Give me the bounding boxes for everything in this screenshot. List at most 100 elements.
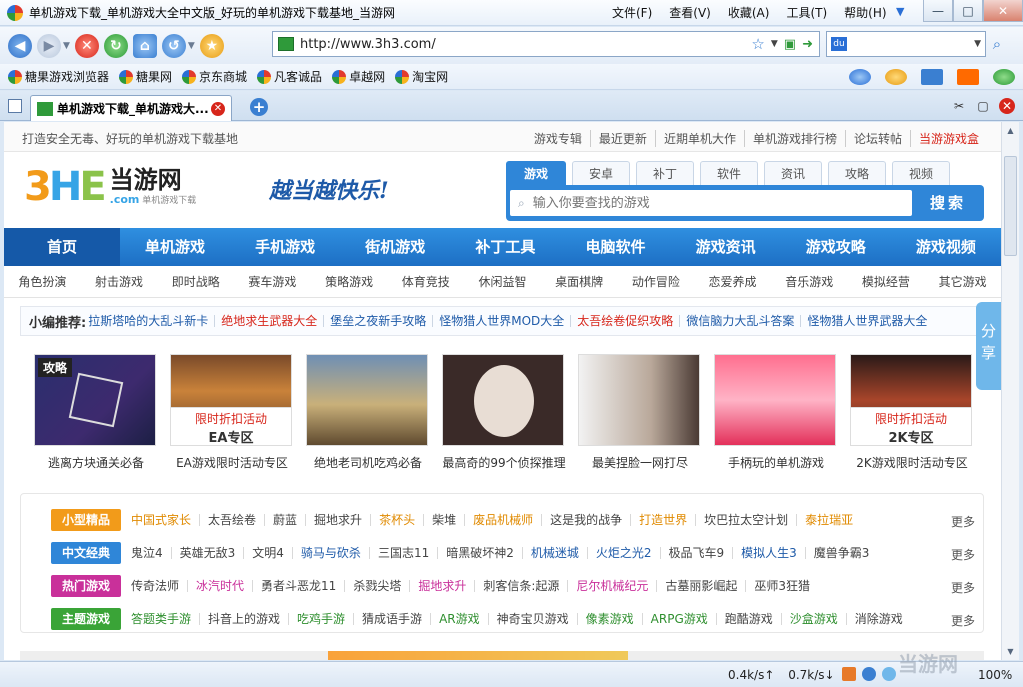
menu-file[interactable]: 文件(F) xyxy=(612,4,652,21)
page-icon[interactable]: ▣ xyxy=(784,37,796,52)
recommend-link[interactable]: 拉斯塔哈的大乱斗新卡 xyxy=(86,315,214,327)
fullscreen-icon[interactable]: ▢ xyxy=(975,98,991,114)
category-link[interactable]: 古墓丽影崛起 xyxy=(656,580,745,592)
category-link[interactable]: 跑酷游戏 xyxy=(715,613,781,625)
category-link[interactable]: 泰拉瑞亚 xyxy=(796,514,861,526)
subnav-item[interactable]: 休闲益智 xyxy=(464,266,541,297)
search-tab-android[interactable]: 安卓 xyxy=(572,161,630,185)
category-link[interactable]: 骑马与砍杀 xyxy=(291,547,369,559)
ie-icon[interactable] xyxy=(849,69,871,85)
more-link[interactable]: 更多 xyxy=(951,513,975,530)
site-search-button[interactable]: 搜索 xyxy=(916,190,980,216)
category-link[interactable]: 答题类手游 xyxy=(129,613,199,625)
category-label[interactable]: 小型精品 xyxy=(51,509,121,531)
baidu-engine-icon[interactable]: du xyxy=(831,37,847,51)
stop-button[interactable]: ✕ xyxy=(74,33,99,58)
category-link[interactable]: 掘地求升 xyxy=(409,580,474,592)
subnav-item[interactable]: 射击游戏 xyxy=(81,266,158,297)
bookmark-star-icon[interactable]: ☆ xyxy=(751,35,764,53)
zoom-level[interactable]: 100% xyxy=(978,668,1012,682)
pin-icon[interactable]: ▼ xyxy=(896,6,910,18)
globe-icon[interactable] xyxy=(862,667,876,681)
category-link[interactable]: 中国式家长 xyxy=(129,514,199,526)
category-link[interactable]: 掘地求升 xyxy=(305,514,370,526)
category-link[interactable]: 极品飞车9 xyxy=(659,547,733,559)
category-link[interactable]: 勇者斗恶龙11 xyxy=(252,580,344,592)
favorite-item[interactable]: 凡客诚品 xyxy=(257,68,322,85)
gallery-item[interactable]: 绝地老司机吃鸡必备 xyxy=(306,354,430,471)
close-window-button[interactable]: ✕ xyxy=(983,0,1023,22)
category-link[interactable]: 这是我的战争 xyxy=(541,514,630,526)
search-engine-dropdown-icon[interactable]: ▼ xyxy=(974,39,981,49)
category-link[interactable]: 猜成语手游 xyxy=(353,613,430,625)
gallery-item[interactable]: 限时折扣活动 2K专区 2K游戏限时活动专区 xyxy=(850,354,974,471)
category-link[interactable]: 神奇宝贝游戏 xyxy=(487,613,577,625)
gallery-item[interactable]: 限时折扣活动 EA专区 EA游戏限时活动专区 xyxy=(170,354,294,471)
gallery-thumbnail[interactable] xyxy=(442,354,564,446)
category-link[interactable]: 巫师3狂猎 xyxy=(745,580,818,592)
toplink-blockbusters[interactable]: 近期单机大作 xyxy=(654,130,744,147)
gallery-item[interactable]: 攻略 逃离方块通关必备 xyxy=(34,354,158,471)
scroll-up-icon[interactable]: ▲ xyxy=(1002,122,1019,139)
scroll-thumb[interactable] xyxy=(1004,156,1017,256)
recommend-link[interactable]: 怪物猎人世界武器大全 xyxy=(800,315,933,327)
category-link[interactable]: 杀戮尖塔 xyxy=(344,580,409,592)
nav-arcade-games[interactable]: 街机游戏 xyxy=(340,228,450,266)
category-link[interactable]: 抖音上的游戏 xyxy=(199,613,288,625)
category-link[interactable]: 机械迷城 xyxy=(521,547,587,559)
address-bar[interactable]: http://www.3h3.com/ ☆ ▼ ▣ ➜ xyxy=(272,31,820,57)
nav-pc-games[interactable]: 单机游戏 xyxy=(120,228,230,266)
undo-dropdown-icon[interactable]: ▼ xyxy=(188,41,195,51)
gallery-item[interactable]: 最美捏脸一网打尽 xyxy=(578,354,702,471)
forward-button[interactable]: ▶ xyxy=(37,33,61,58)
toplink-forum[interactable]: 论坛转帖 xyxy=(844,130,910,147)
recommend-link[interactable]: 怪物猎人世界MOD大全 xyxy=(432,315,570,327)
subnav-item[interactable]: 桌面棋牌 xyxy=(541,266,618,297)
gallery-item[interactable]: 最高奇的99个侦探推理 xyxy=(442,354,566,471)
new-tab-button[interactable]: + xyxy=(250,98,268,116)
menu-view[interactable]: 查看(V) xyxy=(669,4,711,21)
tab-close-icon[interactable]: ✕ xyxy=(211,101,225,116)
favorite-item[interactable]: 糖果游戏浏览器 xyxy=(8,68,109,85)
menu-tools[interactable]: 工具(T) xyxy=(786,4,827,21)
nav-home[interactable]: 首页 xyxy=(4,228,120,266)
category-link[interactable]: 传奇法师 xyxy=(129,580,187,592)
taobao-icon[interactable] xyxy=(957,69,979,85)
site-search-input[interactable] xyxy=(532,195,883,211)
home-button[interactable]: ⌂ xyxy=(132,33,157,58)
menu-help[interactable]: 帮助(H) xyxy=(844,4,886,21)
category-link[interactable]: 三国志11 xyxy=(368,547,437,559)
toplink-albums[interactable]: 游戏专辑 xyxy=(526,130,590,147)
subnav-item[interactable]: 赛车游戏 xyxy=(234,266,311,297)
search-tab-guides[interactable]: 攻略 xyxy=(828,161,886,185)
category-link[interactable]: 暗黑破坏神2 xyxy=(437,547,522,559)
gallery-thumbnail[interactable]: 攻略 xyxy=(34,354,156,446)
sidebar-toggle-icon[interactable] xyxy=(8,99,22,113)
favorite-item[interactable]: 京东商城 xyxy=(182,68,247,85)
gallery-thumbnail[interactable] xyxy=(578,354,700,446)
category-link[interactable]: 冰汽时代 xyxy=(187,580,252,592)
search-tab-games[interactable]: 游戏 xyxy=(506,161,566,185)
back-button[interactable]: ◀ xyxy=(8,33,32,58)
category-link[interactable]: 沙盒游戏 xyxy=(780,613,846,625)
search-tab-news[interactable]: 资讯 xyxy=(764,161,822,185)
recommend-link[interactable]: 堡垒之夜新手攻略 xyxy=(323,315,432,327)
subnav-item[interactable]: 体育竞技 xyxy=(387,266,464,297)
category-link[interactable]: 火炬之光2 xyxy=(586,547,660,559)
go-arrow-icon[interactable]: ➜ xyxy=(802,37,813,52)
nav-mobile-games[interactable]: 手机游戏 xyxy=(230,228,340,266)
menu-favorites[interactable]: 收藏(A) xyxy=(728,4,770,21)
subnav-item[interactable]: 音乐游戏 xyxy=(771,266,848,297)
toplink-recent[interactable]: 最近更新 xyxy=(589,130,655,147)
vertical-scrollbar[interactable]: ▲ ▼ xyxy=(1001,122,1019,660)
refresh-button[interactable]: ↻ xyxy=(103,33,128,58)
category-label[interactable]: 主题游戏 xyxy=(51,608,121,630)
add-icon[interactable] xyxy=(993,69,1015,85)
subnav-item[interactable]: 动作冒险 xyxy=(618,266,695,297)
cloud-icon[interactable] xyxy=(882,667,896,681)
category-link[interactable]: 茶杯头 xyxy=(370,514,423,526)
recommend-link[interactable]: 太吾绘卷促织攻略 xyxy=(570,315,679,327)
search-tab-patches[interactable]: 补丁 xyxy=(636,161,694,185)
scroll-down-icon[interactable]: ▼ xyxy=(1002,643,1019,660)
maximize-button[interactable]: □ xyxy=(953,0,983,22)
